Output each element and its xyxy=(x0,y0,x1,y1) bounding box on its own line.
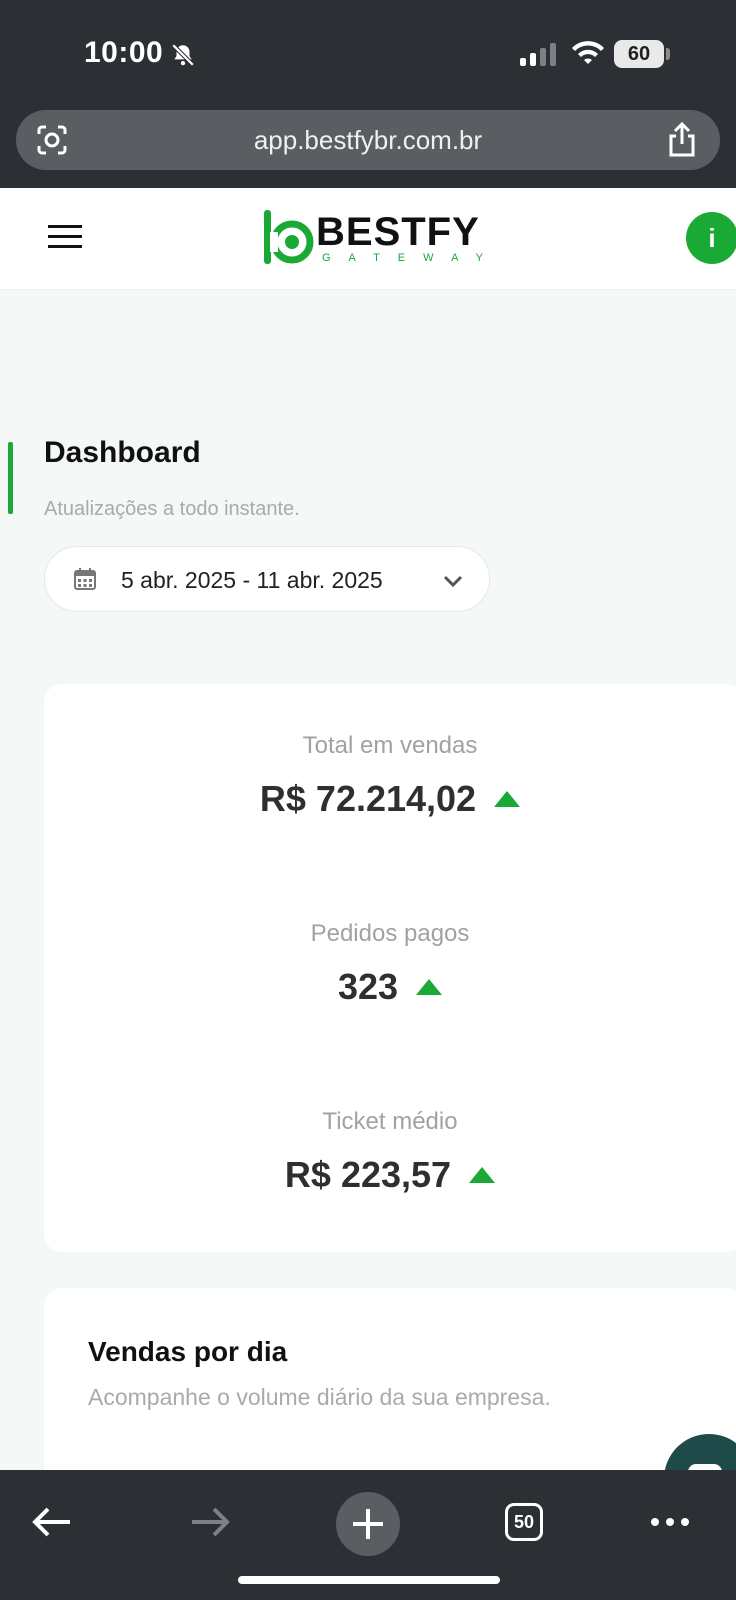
plus-icon xyxy=(353,1509,383,1539)
back-arrow-icon xyxy=(32,1507,70,1537)
page-subtitle: Atualizações a todo instante. xyxy=(44,498,300,520)
bell-slash-icon xyxy=(171,43,195,67)
page-title-accent xyxy=(8,442,13,514)
status-time: 10:00 xyxy=(84,36,164,69)
browser-bottom-toolbar: 50 xyxy=(0,1470,736,1600)
battery-icon: 60 xyxy=(614,40,670,68)
battery-level: 60 xyxy=(614,40,664,68)
metric-total-sales: Total em vendas R$ 72.214,02 xyxy=(44,732,736,820)
metric-label: Pedidos pagos xyxy=(310,920,470,947)
wifi-icon xyxy=(572,41,604,64)
new-tab-button[interactable] xyxy=(336,1492,400,1556)
brand-tagline: GATEWAY xyxy=(322,252,501,264)
chevron-down-icon xyxy=(443,575,463,588)
page-title: Dashboard xyxy=(44,436,201,469)
metric-paid-orders: Pedidos pagos 323 xyxy=(44,920,736,1008)
brand-name: BESTFY xyxy=(316,210,480,254)
sales-card-subtitle: Acompanhe o volume diário da sua empresa… xyxy=(88,1384,551,1410)
signal-icon xyxy=(520,43,556,66)
url-bar[interactable]: app.bestfybr.com.br xyxy=(16,110,720,170)
metrics-card: Total em vendas R$ 72.214,02 Pedidos pag… xyxy=(44,684,736,1252)
metric-value: R$ 72.214,02 xyxy=(259,778,477,819)
home-indicator[interactable] xyxy=(238,1576,500,1584)
trend-up-icon xyxy=(469,1167,496,1183)
metric-label: Total em vendas xyxy=(302,732,478,759)
metric-label: Ticket médio xyxy=(322,1108,458,1135)
back-button[interactable] xyxy=(22,1492,82,1552)
tabs-icon: 50 xyxy=(505,1503,543,1541)
share-icon[interactable] xyxy=(666,122,698,158)
forward-button[interactable] xyxy=(180,1492,240,1552)
forward-arrow-icon xyxy=(192,1507,230,1537)
trend-up-icon xyxy=(416,979,443,995)
tabs-button[interactable]: 50 xyxy=(494,1492,554,1552)
url-text[interactable]: app.bestfybr.com.br xyxy=(254,125,482,156)
sales-card-title: Vendas por dia xyxy=(88,1336,288,1367)
app-header: BESTFY GATEWAY i xyxy=(0,188,736,290)
lens-icon[interactable] xyxy=(36,124,68,156)
date-range-text: 5 abr. 2025 - 11 abr. 2025 xyxy=(121,567,383,593)
calendar-icon xyxy=(74,568,96,590)
metric-average-ticket: Ticket médio R$ 223,57 xyxy=(44,1108,736,1196)
hamburger-menu-icon[interactable] xyxy=(48,224,82,250)
avatar[interactable]: i xyxy=(686,212,736,264)
trend-up-icon xyxy=(494,791,521,807)
brand-logo[interactable]: BESTFY GATEWAY xyxy=(262,208,512,268)
metric-value: 323 xyxy=(337,966,399,1007)
more-button[interactable] xyxy=(640,1492,700,1552)
more-icon xyxy=(651,1518,689,1526)
battery-tip xyxy=(666,48,670,60)
metric-value: R$ 223,57 xyxy=(284,1154,452,1195)
date-range-picker[interactable]: 5 abr. 2025 - 11 abr. 2025 xyxy=(44,546,490,612)
sales-per-day-card: Vendas por dia Acompanhe o volume diário… xyxy=(44,1288,736,1488)
browser-top-chrome: 10:00 60 app.bestfybr.com.br xyxy=(0,0,736,188)
bestfy-logo-icon xyxy=(264,210,314,264)
